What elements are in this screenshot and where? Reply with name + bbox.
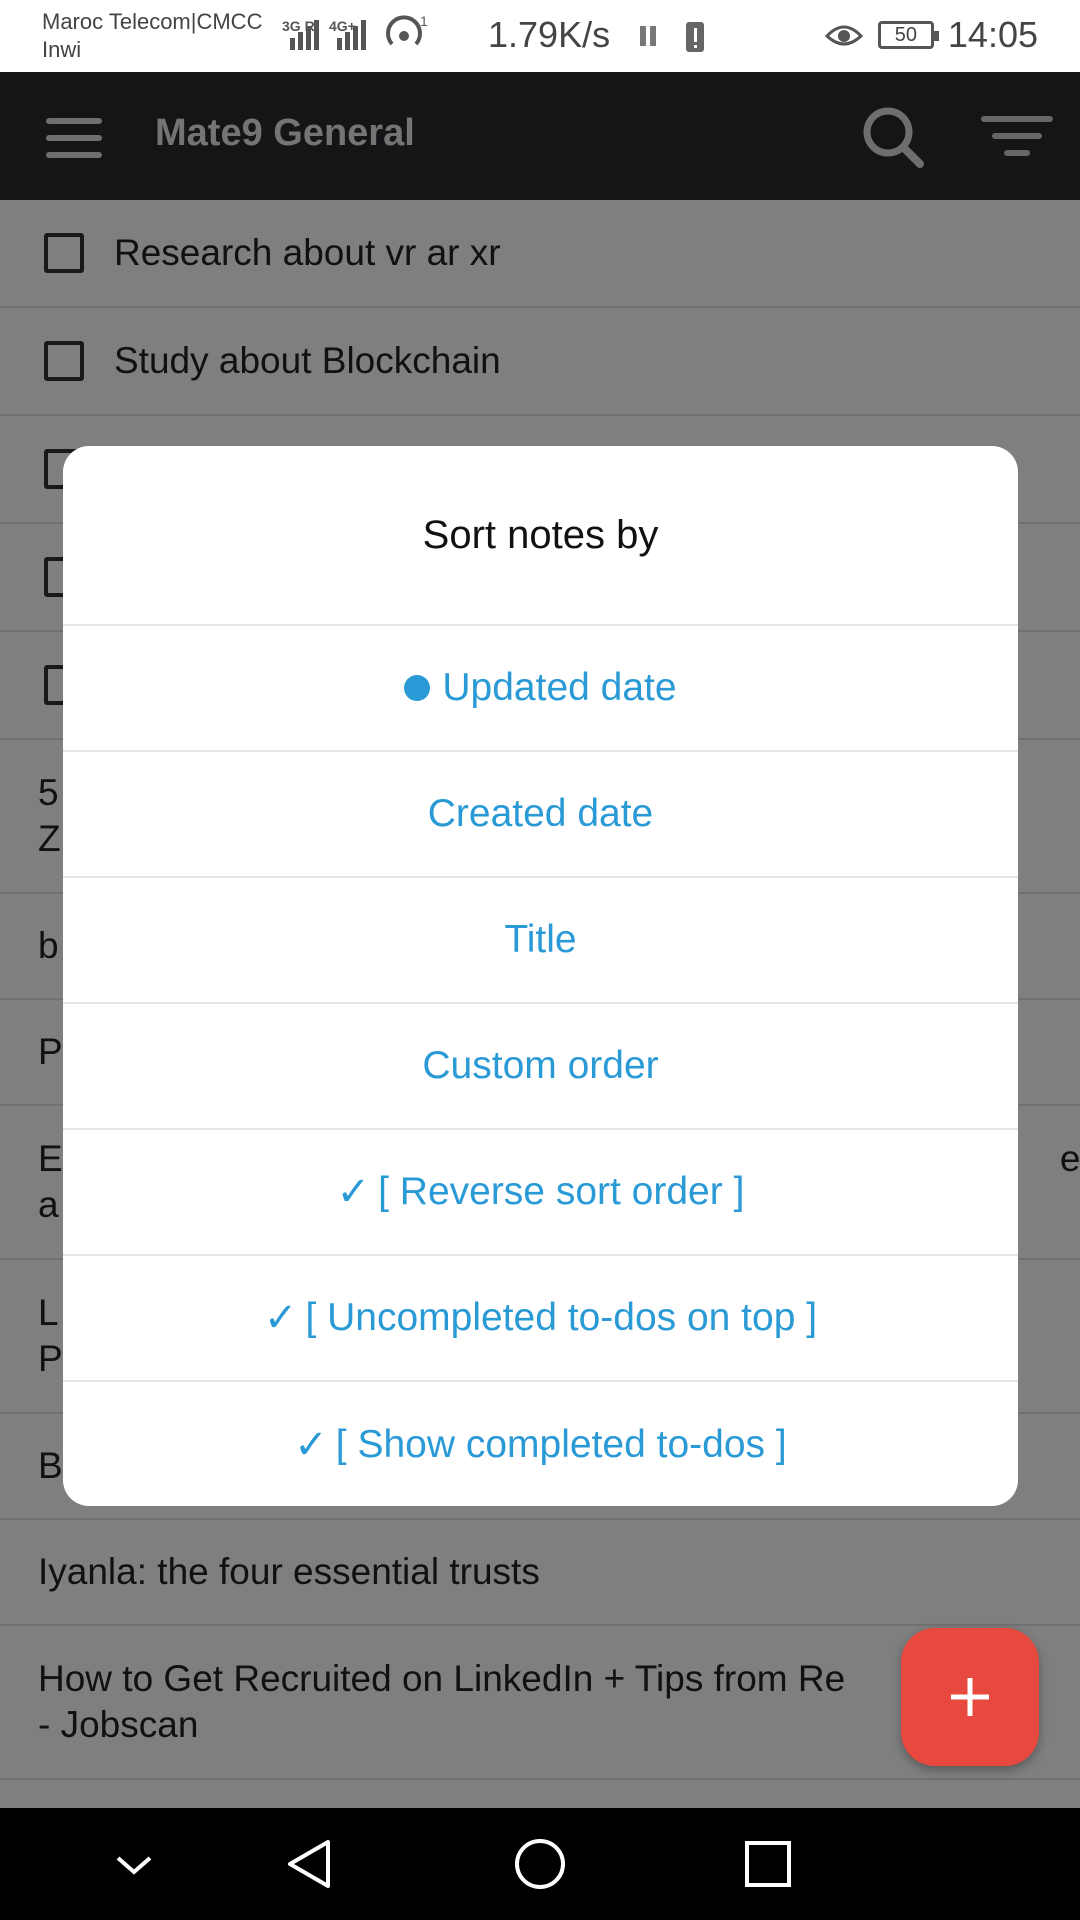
add-note-button[interactable]	[901, 1628, 1039, 1766]
recents-square-icon[interactable]	[738, 1834, 798, 1894]
network-speed: 1.79K/s	[488, 14, 611, 55]
checkmark-icon: ✓	[336, 1170, 371, 1214]
sort-option[interactable]: Updated date	[63, 626, 1018, 752]
battery-icon: 50	[877, 21, 939, 49]
carrier-info: Maroc Telecom|CMCC Inwi	[42, 8, 262, 64]
sort-option[interactable]: Custom order	[63, 1004, 1018, 1130]
signal-indicators: 3G R 4G+ 1	[282, 14, 430, 50]
sort-option[interactable]: ✓[ Show completed to-dos ]	[63, 1382, 1018, 1506]
sort-option-label: [ Reverse sort order ]	[378, 1170, 745, 1213]
sort-option-label: [ Uncompleted to-dos on top ]	[305, 1296, 818, 1339]
sort-option-label: Title	[504, 918, 577, 961]
status-right: 50 14:05	[824, 14, 1038, 56]
sort-option[interactable]: ✓[ Uncompleted to-dos on top ]	[63, 1256, 1018, 1382]
pause-icon	[640, 26, 656, 46]
status-bar: Maroc Telecom|CMCC Inwi 3G R 4G+ 1 1.79K…	[0, 0, 1080, 72]
clock: 14:05	[947, 14, 1038, 55]
network-type-label: 4G+	[329, 18, 356, 34]
plus-icon	[951, 1678, 989, 1716]
sort-option-label: Updated date	[442, 666, 677, 709]
signal-3g-icon: 3G R	[282, 18, 319, 50]
sort-option-label: [ Show completed to-dos ]	[335, 1423, 787, 1466]
sort-dialog: Sort notes by Updated date Created date Ti…	[63, 446, 1018, 1506]
eye-comfort-icon	[824, 25, 864, 46]
dialog-title: Sort notes by	[63, 446, 1018, 626]
system-nav-bar	[0, 1808, 1080, 1920]
checkmark-icon: ✓	[294, 1423, 328, 1467]
sort-option-label: Created date	[427, 792, 654, 835]
sort-option[interactable]: ✓[ Reverse sort order ]	[63, 1130, 1018, 1256]
alert-battery-icon	[686, 22, 704, 52]
sort-option[interactable]: Title	[63, 878, 1018, 1004]
wifi-hotspot-icon: 1	[386, 14, 428, 46]
chevron-down-icon[interactable]	[104, 1834, 164, 1894]
back-triangle-icon[interactable]	[280, 1834, 340, 1894]
screen: Maroc Telecom|CMCC Inwi 3G R 4G+ 1 1.79K…	[0, 0, 1080, 1920]
home-circle-icon[interactable]	[510, 1834, 570, 1894]
sort-option[interactable]: Created date	[63, 752, 1018, 878]
network-type-label: 3G R	[282, 18, 315, 34]
checkmark-icon: ✓	[263, 1296, 298, 1340]
wifi-badge: 1	[420, 14, 428, 29]
sort-option-label: Custom order	[422, 1044, 659, 1087]
carrier-line-2: Inwi	[42, 37, 82, 62]
carrier-line-1: Maroc Telecom|CMCC	[42, 9, 263, 34]
selected-radio-icon	[404, 675, 431, 701]
sort-options: Updated date Created date Title Custom orde…	[63, 626, 1018, 1506]
signal-4g-icon: 4G+	[329, 18, 366, 50]
